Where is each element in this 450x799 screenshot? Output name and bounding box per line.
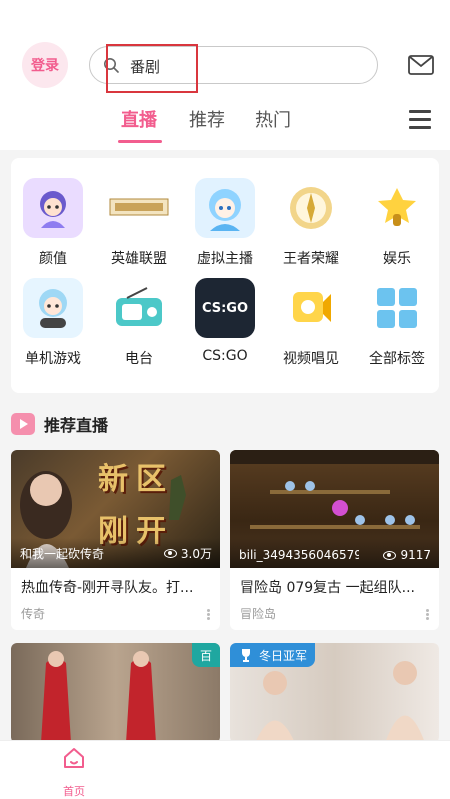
home-icon [64, 748, 84, 768]
radio-icon [109, 278, 169, 338]
live-badge: 百 [191, 643, 220, 667]
category-item[interactable]: 电台 [99, 278, 179, 368]
tab-hot[interactable]: 热门 [255, 106, 291, 132]
live-thumbnail: 新区刚开 和我一起砍传奇 3.0万 [11, 450, 220, 568]
live-title: 热血传奇-刚开寻队友。打... [21, 580, 194, 596]
category-label: 颜值 [39, 251, 67, 267]
tab-active-indicator [118, 140, 162, 143]
eye-icon [163, 549, 177, 558]
microphone-star-icon [367, 178, 427, 238]
category-label: 单机游戏 [25, 351, 81, 367]
tab-bar: 直播 推荐 热门 [0, 106, 450, 146]
singing-icon [281, 278, 341, 338]
live-thumbnail: bili_3494356046579... 9117 [230, 450, 439, 568]
eye-icon [383, 550, 397, 560]
nav-home[interactable]: 首页 [54, 747, 94, 799]
streamer-name: bili_3494356046579... [239, 548, 359, 562]
bottom-nav: 首页 [0, 740, 450, 799]
category-item[interactable]: 虚拟主播 [185, 178, 265, 268]
mail-icon[interactable] [408, 55, 434, 75]
live-card[interactable]: 冬日亚军 [230, 643, 439, 743]
live-card[interactable]: bili_3494356046579... 9117 冒险岛 079复古 一起组… [230, 450, 439, 630]
category-item[interactable]: 英雄联盟 [99, 178, 179, 268]
category-label: 电台 [125, 351, 153, 367]
category-label: 虚拟主播 [197, 251, 253, 267]
grid-tags-icon [367, 278, 427, 338]
live-card[interactable]: 新区刚开 和我一起砍传奇 3.0万 热血传奇-刚开寻队友。打... 传奇 [11, 450, 220, 630]
live-badge: 冬日亚军 [230, 643, 316, 667]
live-title: 冒险岛 079复古 一起组队... [240, 580, 415, 596]
category-label: 娱乐 [383, 251, 411, 267]
category-label: 王者荣耀 [283, 251, 339, 267]
search-highlight-box [106, 44, 198, 93]
category-label: 英雄联盟 [111, 251, 167, 267]
category-label: 视频唱见 [283, 351, 339, 367]
header: 登录 番剧 直播 推荐 热门 [0, 0, 450, 150]
menu-icon[interactable] [409, 110, 431, 134]
live-thumbnail: 百 [11, 643, 220, 743]
league-of-legends-logo [109, 178, 169, 238]
anime-girl-icon [23, 178, 83, 238]
gamer-girl-icon [23, 278, 83, 338]
vtuber-icon [195, 178, 255, 238]
tab-live[interactable]: 直播 [121, 106, 157, 132]
category-label: CS:GO [202, 348, 248, 364]
tab-recommend[interactable]: 推荐 [189, 106, 225, 132]
section-title: 推荐直播 [44, 416, 109, 435]
category-item[interactable]: 王者荣耀 [271, 178, 351, 268]
category-label: 全部标签 [369, 351, 425, 367]
live-thumbnail: 冬日亚军 [230, 643, 439, 743]
viewer-count: 9117 [383, 548, 431, 562]
category-item[interactable]: CS:GO CS:GO [185, 278, 265, 364]
nav-home-label: 首页 [63, 785, 85, 798]
trophy-icon [242, 649, 250, 662]
category-grid: 颜值 英雄联盟 虚拟主播 王者荣耀 娱乐 单机游戏 电台 CS:GO CS:GO… [11, 158, 439, 393]
tv-icon [11, 413, 35, 435]
more-options-icon[interactable] [426, 609, 429, 620]
honor-of-kings-icon [281, 178, 341, 238]
live-category: 冒险岛 [240, 607, 277, 621]
category-item[interactable]: 单机游戏 [13, 278, 93, 368]
login-button[interactable]: 登录 [22, 42, 68, 88]
section-header: 推荐直播 [11, 412, 108, 436]
category-item[interactable]: 娱乐 [357, 178, 437, 268]
streamer-name: 和我一起砍传奇 [20, 547, 105, 561]
viewer-count: 3.0万 [163, 545, 212, 562]
category-item[interactable]: 全部标签 [357, 278, 437, 368]
csgo-logo: CS:GO [195, 278, 255, 338]
category-item[interactable]: 颜值 [13, 178, 93, 268]
category-item[interactable]: 视频唱见 [271, 278, 351, 368]
live-card[interactable]: 百 [11, 643, 220, 743]
live-category: 传奇 [21, 607, 46, 621]
more-options-icon[interactable] [207, 609, 210, 620]
